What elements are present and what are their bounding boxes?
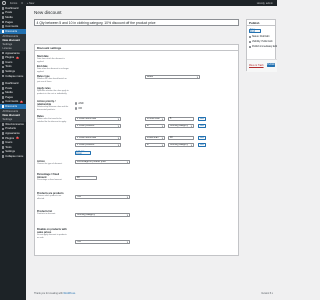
calendar-icon [249, 46, 252, 49]
discounts-submenu: All Discounts New discount Settings Lice… [0, 33, 26, 51]
wordpress-logo-icon[interactable] [2, 1, 6, 5]
products-to-select[interactable]: Yes [75, 195, 130, 200]
rule-3-field-select[interactable]: If Order items total [75, 136, 121, 141]
visibility-row[interactable]: Visibility: Public Edit [249, 41, 272, 44]
apply-rules-desc: Specifies whether the rules apply to pro… [37, 90, 69, 95]
users-icon [1, 60, 5, 64]
main-content: New discount 4 Qty between 5 and 10 in c… [26, 6, 277, 300]
end-date-desc: Date when the discount is no longer appl… [37, 68, 69, 73]
products-list-select[interactable]: Clothing category [75, 213, 130, 218]
pages-icon [1, 20, 5, 24]
collapse-icon [1, 74, 5, 78]
publish-button[interactable]: Publish [267, 63, 275, 68]
pages-icon [1, 96, 5, 99]
comments-icon [1, 100, 5, 104]
rule-3-value-input[interactable]: 10 [168, 136, 194, 141]
action-desc: Choose the type of discount. [37, 163, 63, 165]
page-title: New discount [34, 10, 62, 15]
tools-icon [1, 146, 5, 149]
tools-icon [1, 65, 5, 69]
comments-icon [1, 25, 5, 28]
status-row[interactable]: Status: Draft Edit [249, 36, 269, 39]
disable-sale-select[interactable]: Yes [75, 240, 130, 245]
collapse-icon [1, 155, 5, 158]
publish-box: Publish Save Draft Status: Draft Edit Vi… [246, 19, 277, 72]
settings-icon [1, 150, 5, 154]
rule-3-operator-select[interactable]: is less than [145, 136, 165, 141]
rule-2-value-select[interactable]: Clothing category [168, 124, 194, 129]
radio-and[interactable]: AND [75, 102, 83, 105]
rules-type-select[interactable]: Rules [145, 75, 200, 80]
action-select[interactable]: Percentage off product price [75, 160, 130, 165]
posts-icon [1, 11, 5, 15]
products-to-desc: Choose which products are affected. [37, 195, 62, 200]
save-draft-button[interactable]: Save Draft [249, 29, 261, 33]
products-icon [1, 127, 5, 131]
add-rule-group-button[interactable]: Add rule group [75, 151, 91, 156]
action-priority-desc: Relationship between rules and the disco… [37, 106, 69, 111]
radio-or[interactable]: OR [75, 107, 82, 110]
publish-actions: Move to Trash Publish [247, 59, 277, 72]
radio-dot [75, 107, 78, 110]
dashboard-icon [1, 82, 5, 85]
discount-settings-panel: Discount settings Start date Date from wh… [34, 44, 239, 256]
dashboard-icon [1, 7, 5, 10]
comments-badge: 4 [19, 100, 23, 103]
settings-icon [1, 70, 5, 73]
new-content-link[interactable]: + New [27, 2, 34, 5]
footer-text: Thank you for creating with WordPress. [34, 292, 76, 295]
version-text: Version 5.x [261, 292, 273, 295]
rule-2-operator-select[interactable]: In [145, 124, 165, 129]
users-icon [1, 141, 5, 145]
plugins-badge-2: 2 [15, 137, 19, 140]
submenu-settings-2[interactable]: Settings [0, 117, 26, 121]
start-date-desc: Date from which the discount is applied. [37, 58, 65, 63]
posts-icon [1, 86, 5, 90]
rule-4-value-select[interactable]: Clothing category [168, 143, 194, 148]
rule-4-and-button[interactable]: and [198, 143, 206, 148]
plugins-icon [1, 56, 5, 59]
rule-4-operator-select[interactable]: In [145, 143, 165, 148]
plugins-icon [1, 136, 5, 140]
plugins-update-badge: 1 [15, 56, 19, 59]
discount-icon [1, 29, 5, 33]
media-icon [1, 16, 5, 19]
comments-count[interactable]: 0 [21, 2, 22, 5]
discounts-submenu-2: All Discounts New discount Settings [0, 108, 26, 123]
rule-4-field-select[interactable]: If Order products [75, 143, 121, 148]
schedule-row[interactable]: Publish immediately Edit [249, 46, 277, 49]
sidebar-collapse-menu-2[interactable]: Collapse menu [0, 154, 26, 159]
admin-sidebar: Dashboard Posts Media Pages Comments Dis… [0, 6, 26, 300]
amount-input[interactable]: 10 [75, 176, 97, 181]
user-greeting[interactable]: Howdy, admin [257, 2, 277, 5]
rule-1-operator-select[interactable]: is more than [145, 117, 165, 122]
move-to-trash-link[interactable]: Move to Trash [249, 65, 264, 67]
woocommerce-icon [1, 123, 5, 126]
rule-1-field-select[interactable]: If Order items total [75, 117, 121, 122]
radio-dot [75, 102, 78, 105]
settings-heading: Discount settings [35, 45, 238, 51]
media-icon [1, 91, 5, 95]
wordpress-link[interactable]: WordPress. [63, 292, 75, 295]
rules-desc: Define rules that need to be satisfied f… [37, 118, 67, 123]
submenu-license[interactable]: License [0, 46, 26, 50]
discount-title-input[interactable]: 4 Qty between 5 and 10 in clothing categ… [34, 19, 239, 26]
publish-heading: Publish [247, 20, 275, 26]
rule-1-and-button[interactable]: and [198, 117, 206, 122]
eye-icon [249, 41, 252, 44]
site-name-link[interactable]: Forms [10, 2, 17, 5]
rule-2-and-button[interactable]: and [198, 124, 206, 129]
disable-sale-desc: Do not apply discount to products on sal… [37, 234, 67, 239]
discount-icon [1, 105, 5, 108]
amount-desc: Percentage or fixed amount. [37, 179, 63, 181]
appearance-icon [1, 132, 5, 135]
rule-1-value-input[interactable]: 5 [168, 117, 194, 122]
status-pin-icon [249, 36, 252, 39]
appearance-icon [1, 51, 5, 55]
rule-2-field-select[interactable]: If Order products [75, 124, 121, 129]
rule-3-and-button[interactable]: and [198, 136, 206, 141]
rules-type-desc: Whether all rules should match or just o… [37, 78, 67, 83]
products-list-desc: Products to discount. [37, 213, 56, 215]
